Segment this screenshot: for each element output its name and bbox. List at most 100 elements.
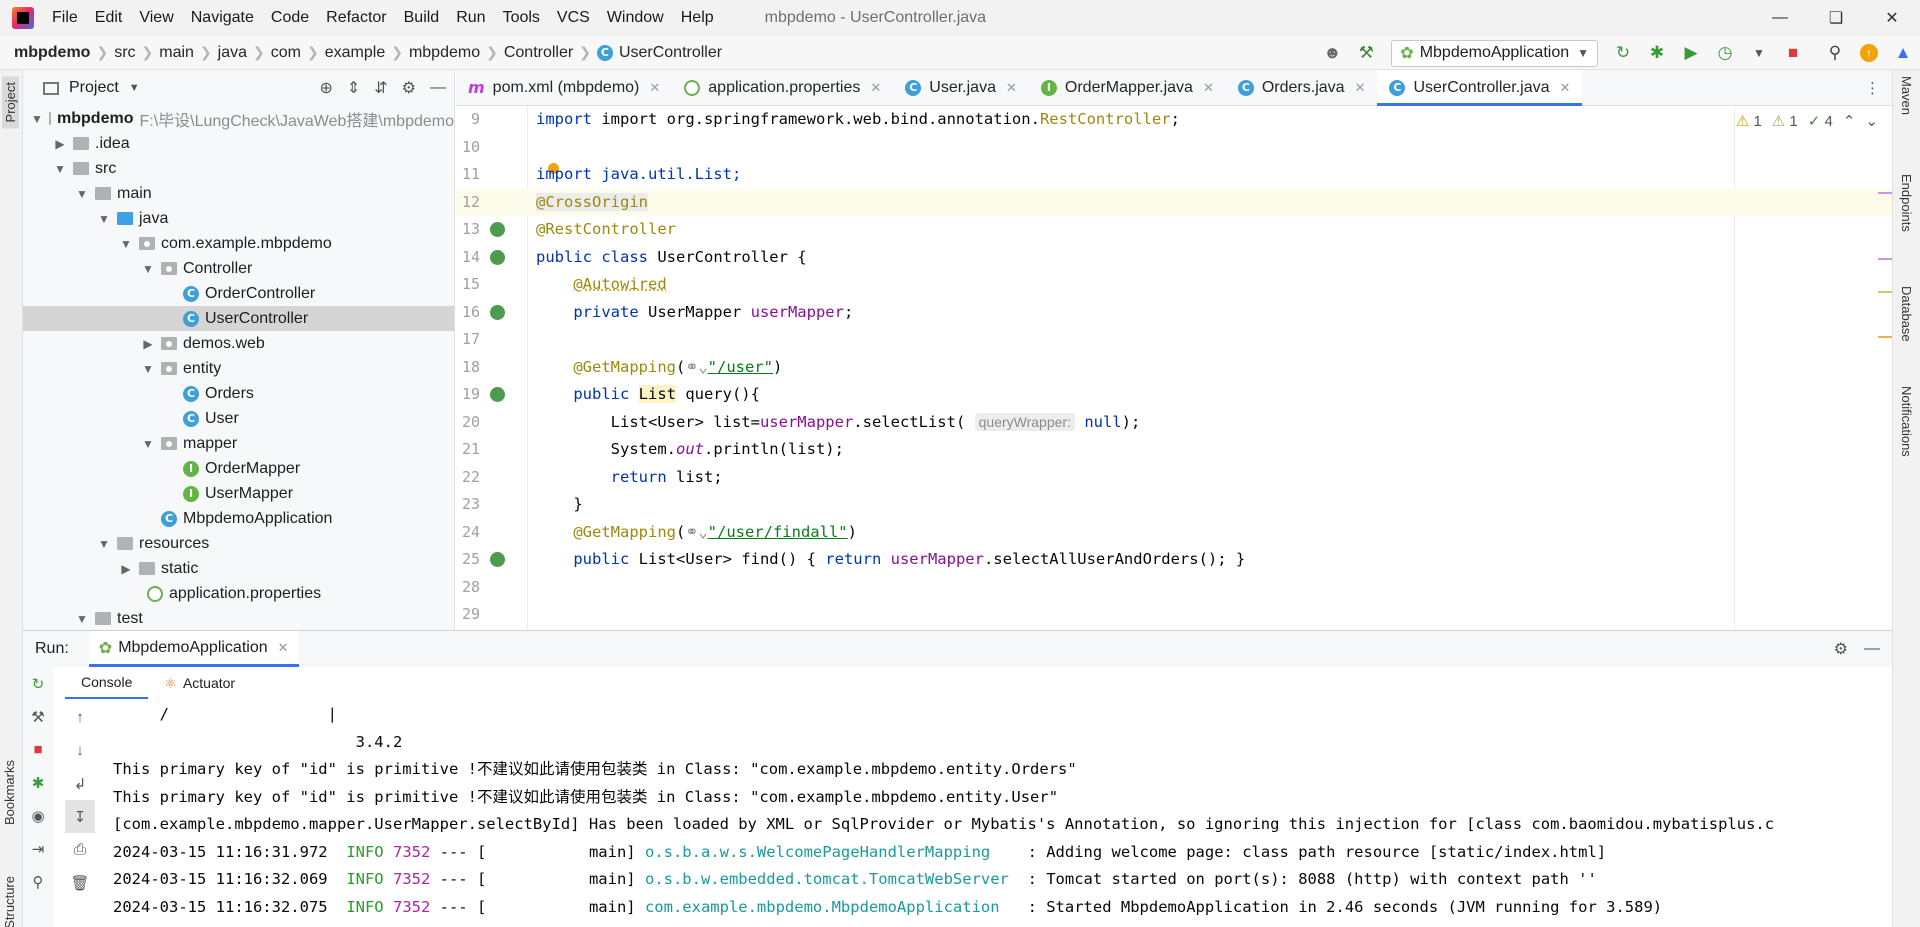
tree-item-java[interactable]: ▼ java [23,206,454,231]
tree-item-usermapper[interactable]: I UserMapper [23,481,454,506]
stripe-marker[interactable] [1878,192,1892,194]
scroll-down-icon[interactable]: ↓ [65,734,95,767]
menu-run[interactable]: Run [456,9,485,27]
tree-item-src[interactable]: ▼ src [23,156,454,181]
notifications-tool-tab[interactable]: Notifications [1899,386,1914,457]
stop-icon[interactable]: ■ [1778,38,1808,68]
close-tab-icon[interactable]: ✕ [1203,80,1214,96]
settings-search-icon[interactable]: ⚲ [23,865,53,898]
chevron-down-icon[interactable]: ▼ [75,612,89,626]
tree-item-ordermapper[interactable]: I OrderMapper [23,456,454,481]
tab-application-properties[interactable]: application.properties ✕ [672,70,893,105]
editor-error-stripe[interactable] [1878,106,1892,630]
close-tab-icon[interactable]: ✕ [1355,80,1366,96]
menu-window[interactable]: Window [607,9,664,27]
chevron-down-icon[interactable]: ▼ [97,537,111,551]
console-output[interactable]: / | 3.4.2 This primary key of "id" is pr… [113,701,1892,927]
wrench-icon[interactable]: ⚒ [23,700,53,733]
tree-item-idea[interactable]: ▶ .idea [23,131,454,156]
gear-icon[interactable]: ⚙ [1834,639,1848,659]
more-run-options-icon[interactable]: ▼ [1744,38,1774,68]
gear-icon[interactable]: ⚙ [402,78,416,98]
tree-item-test[interactable]: ▼ test [23,606,454,630]
profile-icon[interactable]: ◷ [1710,38,1740,68]
chevron-right-icon[interactable]: ▶ [119,562,133,576]
hide-panel-icon[interactable]: — [1864,640,1880,658]
run-tab-mbpdemoapplication[interactable]: ✿ MbpdemoApplication ✕ [88,631,299,667]
endpoints-tool-tab[interactable]: Endpoints [1899,174,1914,232]
menu-build[interactable]: Build [404,9,440,27]
chevron-down-icon[interactable]: ▼ [141,437,155,451]
breadcrumb-item[interactable]: mbpdemo [14,44,90,62]
coverage-icon[interactable]: ▶ [1676,38,1706,68]
breadcrumb-item[interactable]: src [114,44,135,62]
scroll-up-icon[interactable]: ↑ [65,701,95,734]
chevron-down-icon[interactable]: ▼ [141,262,155,276]
debug-icon[interactable]: ✱ [23,766,53,799]
print-icon[interactable]: ⎙ [65,833,95,866]
breadcrumb-item[interactable]: java [218,44,247,62]
stripe-marker[interactable] [1878,291,1892,293]
update-icon[interactable]: ↑ [1854,38,1884,68]
tree-item-mbpdemoapplication[interactable]: C MbpdemoApplication [23,506,454,531]
tab-console[interactable]: Console [65,667,149,699]
chevron-down-icon[interactable]: ▼ [141,362,155,376]
globe-icon[interactable]: ⚭⌄ [685,523,707,541]
code-editor[interactable]: ⚠ 1 ⚠ 1 ✓ 4 ⌃ ⌄ 9 import import org.spri… [456,106,1892,630]
tree-item-usercontroller[interactable]: C UserController [23,306,454,331]
menu-edit[interactable]: Edit [95,9,123,27]
structure-tool-tab[interactable]: Structure [2,876,17,927]
chevron-down-icon[interactable]: ▼ [97,212,111,226]
menu-vcs[interactable]: VCS [557,9,590,27]
tree-item-static[interactable]: ▶ static [23,556,454,581]
chevron-right-icon[interactable]: ▶ [141,337,155,351]
tree-item-demos-web[interactable]: ▶ demos.web [23,331,454,356]
clear-all-icon[interactable]: 🗑 [65,866,95,899]
close-tab-icon[interactable]: ✕ [278,640,289,656]
menu-tools[interactable]: Tools [503,9,540,27]
tree-item-application-properties[interactable]: application.properties [23,581,454,606]
tree-item-resources[interactable]: ▼ resources [23,531,454,556]
rerun-icon[interactable]: ↻ [1608,38,1638,68]
tree-item-orders[interactable]: C Orders [23,381,454,406]
endpoint-gutter-icon[interactable] [490,552,505,567]
tab-ordermapper-java[interactable]: I OrderMapper.java ✕ [1029,70,1226,105]
camera-icon[interactable]: ◉ [23,799,53,832]
chevron-down-icon[interactable]: ▼ [119,237,133,251]
breadcrumb-item[interactable]: Controller [504,44,573,62]
endpoint-gutter-icon[interactable] [490,387,505,402]
breadcrumb-item[interactable]: com [271,44,301,62]
tree-item-main[interactable]: ▼ main [23,181,454,206]
tree-item-user[interactable]: C User [23,406,454,431]
spring-bean-gutter-icon[interactable] [490,249,505,265]
stripe-marker[interactable] [1878,258,1892,260]
collapse-all-icon[interactable]: ⇵ [374,78,387,98]
tree-item-mapper[interactable]: ▼ mapper [23,431,454,456]
close-tab-icon[interactable]: ✕ [1006,80,1017,96]
tree-item-package[interactable]: ▼ com.example.mbpdemo [23,231,454,256]
close-tab-icon[interactable]: ✕ [1560,80,1571,96]
user-icon[interactable]: ☻ [1317,38,1347,68]
menu-navigate[interactable]: Navigate [191,9,254,27]
locate-icon[interactable]: ⊕ [319,78,332,98]
maven-tool-tab[interactable]: Maven [1899,76,1914,115]
tab-orders-java[interactable]: C Orders.java ✕ [1226,70,1378,105]
tab-pom-xml[interactable]: m pom.xml (mbpdemo) ✕ [456,70,672,105]
spring-bean-gutter-icon[interactable] [490,222,505,237]
run-configuration-select[interactable]: ✿ MbpdemoApplication ▼ [1391,39,1598,67]
menu-code[interactable]: Code [271,9,309,27]
rerun-icon[interactable]: ↻ [23,667,53,700]
jetbrains-ai-icon[interactable]: ▲ [1888,38,1918,68]
restore-button[interactable]: ❏ [1808,0,1864,36]
menu-view[interactable]: View [139,9,173,27]
stop-icon[interactable]: ■ [23,733,53,766]
breadcrumb-current[interactable]: UserController [619,44,722,62]
expand-all-icon[interactable]: ⇕ [347,78,360,98]
build-hammer-icon[interactable]: ⚒ [1351,38,1381,68]
breadcrumb-item[interactable]: mbpdemo [409,44,480,62]
exit-icon[interactable]: ⇥ [23,832,53,865]
stripe-marker[interactable] [1878,336,1892,338]
chevron-down-icon[interactable]: ▼ [75,187,89,201]
search-icon[interactable]: ⚲ [1820,38,1850,68]
close-tab-icon[interactable]: ✕ [870,80,881,96]
